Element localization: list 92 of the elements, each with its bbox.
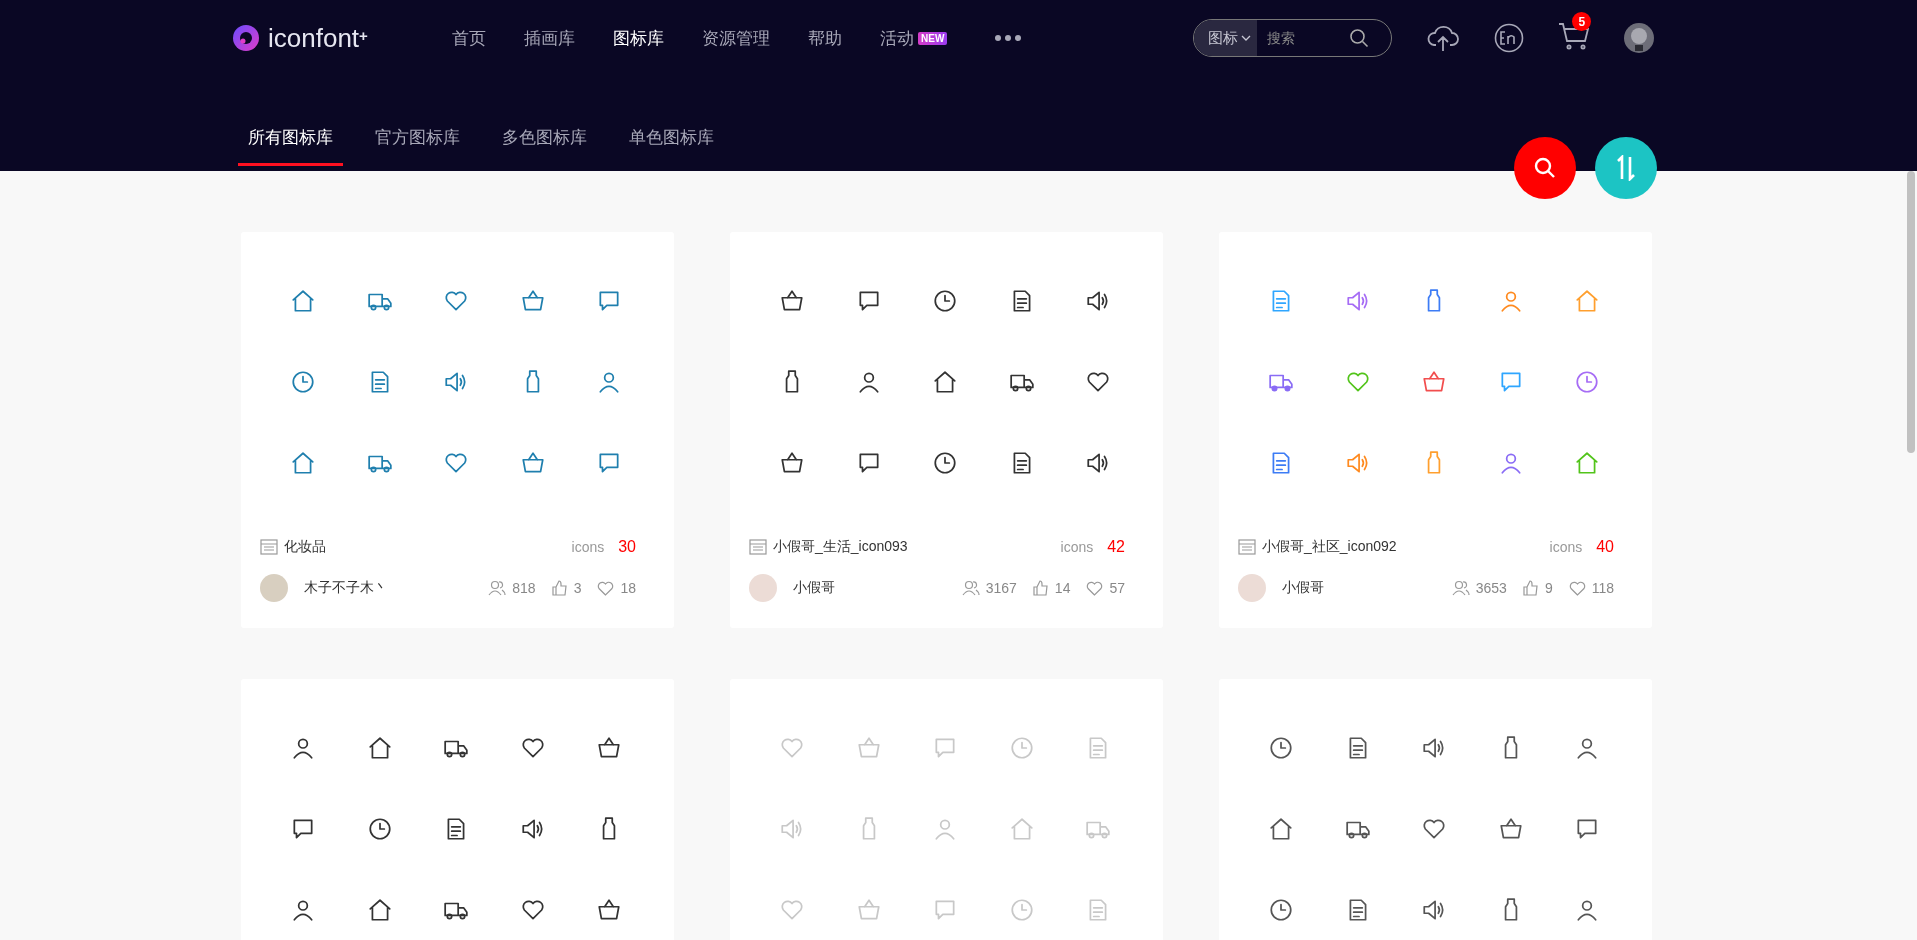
chat-icon xyxy=(1574,816,1600,842)
logo-icon[interactable] xyxy=(232,24,260,52)
library-tab[interactable]: 多色图标库 xyxy=(492,126,597,166)
favorite-count: 57 xyxy=(1109,580,1125,596)
library-tab[interactable]: 官方图标库 xyxy=(365,126,470,166)
library-icon xyxy=(1238,539,1256,555)
house-icon xyxy=(1574,450,1600,476)
author-name[interactable]: 小假哥 xyxy=(793,579,956,597)
house-icon xyxy=(290,288,316,314)
clock-icon xyxy=(1574,369,1600,395)
caret-icon[interactable] xyxy=(1241,35,1252,41)
users-icon xyxy=(961,580,980,596)
house-icon xyxy=(1574,288,1600,314)
author-avatar[interactable] xyxy=(260,574,288,602)
chat-icon xyxy=(596,288,622,314)
nav-link[interactable]: 图标库 xyxy=(613,26,664,50)
language-icon[interactable] xyxy=(1494,23,1525,53)
like-count: 9 xyxy=(1544,580,1553,596)
thumbs-up-icon[interactable] xyxy=(1032,580,1049,596)
cloud-upload-icon[interactable] xyxy=(1426,24,1461,52)
icons-label: icons xyxy=(1549,539,1583,555)
nav-link[interactable]: 资源管理 xyxy=(702,26,770,50)
author-name[interactable]: 小假哥 xyxy=(1282,579,1446,597)
library-card[interactable]: 小假哥_生活_icon093 icons 42 小假哥 3167 14 57 xyxy=(730,232,1163,628)
library-tab[interactable]: 所有图标库 xyxy=(238,126,343,166)
basket-icon xyxy=(519,450,546,476)
nav-link[interactable]: 首页 xyxy=(452,26,486,50)
logo-text[interactable]: iconfont$^{+}$ xyxy=(268,22,368,54)
nav-link[interactable]: 插画库 xyxy=(524,26,575,50)
clock-icon xyxy=(290,369,316,395)
chat-icon xyxy=(932,897,958,923)
library-card[interactable]: 化妆品 icons 30 木子不子木丶 818 3 18 xyxy=(241,232,674,628)
icons-label: icons xyxy=(1060,539,1094,555)
library-icon xyxy=(260,539,278,555)
library-name[interactable]: 小假哥_生活_icon093 xyxy=(773,538,1055,556)
search-icon[interactable] xyxy=(1533,156,1557,180)
icon-count: 42 xyxy=(1107,538,1125,556)
basket-icon xyxy=(855,897,882,923)
clock-icon xyxy=(1268,897,1294,923)
search-scope-dropdown[interactable]: 图标 xyxy=(1194,20,1258,56)
icons-label: icons xyxy=(571,539,605,555)
chat-icon xyxy=(290,816,316,842)
avatar-icon[interactable] xyxy=(1624,23,1655,53)
house-icon xyxy=(932,369,958,395)
favorite-count: 18 xyxy=(620,580,636,596)
clock-icon xyxy=(366,816,393,842)
user-count: 3167 xyxy=(985,580,1017,596)
house-icon xyxy=(1268,816,1294,842)
like-count: 14 xyxy=(1054,580,1071,596)
clock-icon xyxy=(1268,735,1294,761)
scrollbar-thumb[interactable] xyxy=(1907,171,1915,453)
new-badge: NEW xyxy=(918,31,948,45)
nav-link[interactable]: 活动 xyxy=(880,26,914,50)
library-tab[interactable]: 单色图标库 xyxy=(619,126,724,166)
nav-link[interactable]: 帮助 xyxy=(808,26,842,50)
library-name[interactable]: 化妆品 xyxy=(284,538,566,556)
house-icon xyxy=(1008,816,1035,842)
heart-icon[interactable] xyxy=(597,580,615,596)
user-count: 818 xyxy=(512,580,536,596)
thumbs-up-icon[interactable] xyxy=(551,580,568,596)
more-icon[interactable] xyxy=(995,35,1022,41)
search-icon[interactable] xyxy=(1349,28,1370,48)
library-icon xyxy=(749,539,767,555)
users-icon xyxy=(1451,580,1470,596)
icon-count: 40 xyxy=(1596,538,1614,556)
like-count: 3 xyxy=(573,580,582,596)
basket-icon xyxy=(779,450,805,476)
basket-icon xyxy=(519,288,546,314)
chat-icon xyxy=(932,735,958,761)
clock-icon xyxy=(1008,897,1035,923)
basket-icon xyxy=(596,897,622,923)
chat-icon xyxy=(596,450,622,476)
basket-icon xyxy=(855,735,882,761)
library-name[interactable]: 小假哥_社区_icon092 xyxy=(1262,538,1544,556)
author-name[interactable]: 木子不子木丶 xyxy=(304,579,483,597)
house-icon xyxy=(290,450,316,476)
thumbs-up-icon[interactable] xyxy=(1522,580,1539,596)
clock-icon xyxy=(932,450,958,476)
cart-badge: 5 xyxy=(1572,12,1592,31)
heart-icon[interactable] xyxy=(1568,580,1586,596)
library-card[interactable]: 小假哥_社区_icon092 icons 40 小假哥 3653 9 118 xyxy=(1219,232,1652,628)
basket-icon xyxy=(1497,816,1524,842)
icon-count: 30 xyxy=(618,538,636,556)
users-icon xyxy=(488,580,507,596)
clock-icon xyxy=(1008,735,1035,761)
basket-icon xyxy=(1421,369,1447,395)
basket-icon xyxy=(779,288,805,314)
favorite-count: 118 xyxy=(1591,580,1614,596)
basket-icon xyxy=(596,735,622,761)
user-count: 3653 xyxy=(1475,580,1507,596)
heart-icon[interactable] xyxy=(1086,580,1104,596)
clock-icon xyxy=(932,288,958,314)
